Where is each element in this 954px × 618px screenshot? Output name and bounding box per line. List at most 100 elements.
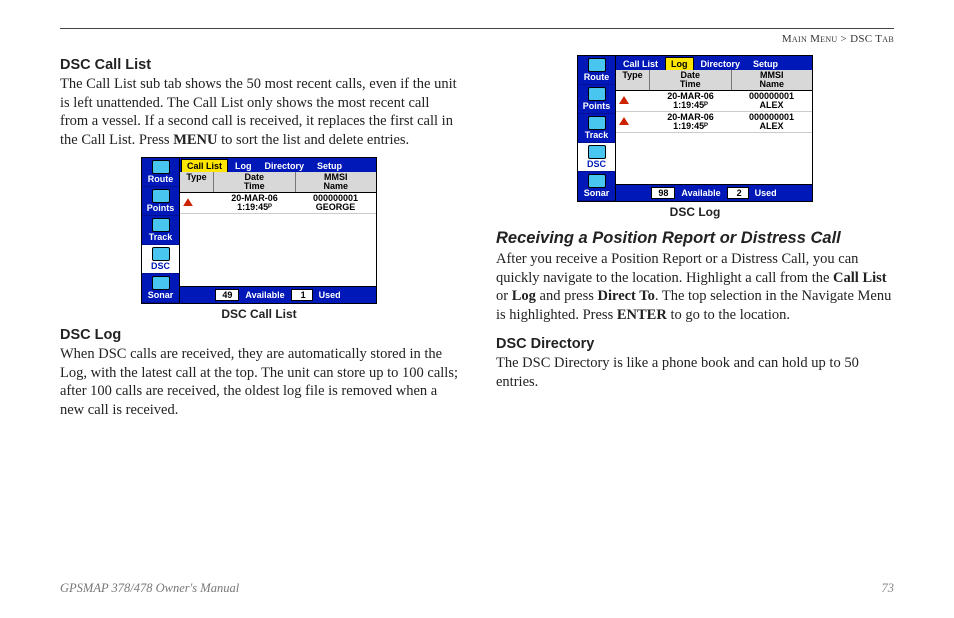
breadcrumb-sep: > <box>838 33 851 45</box>
tab-log: Log <box>229 159 258 172</box>
row-time: 1:19:45ᴾ <box>673 121 708 131</box>
device-sidebar: Route Points Track DSC Sonar <box>142 158 180 303</box>
status-available-label: Available <box>681 188 720 198</box>
status-available-value: 49 <box>215 289 239 301</box>
device-status: 98 Available 2 Used <box>616 185 812 201</box>
row-mmsi-name: 000000001ALEX <box>731 113 812 131</box>
sonar-icon <box>588 174 606 188</box>
row-time: 1:19:45ᴾ <box>673 100 708 110</box>
route-icon <box>588 58 606 72</box>
track-icon <box>588 116 606 130</box>
figure-caption: DSC Call List <box>60 307 458 321</box>
heading-dsc-log: DSC Log <box>60 327 458 343</box>
col-type: Type <box>616 70 650 90</box>
row-name: ALEX <box>759 121 783 131</box>
row-datetime: 20-MAR-061:19:45ᴾ <box>214 194 295 212</box>
sidebar-item-sonar: Sonar <box>578 172 615 201</box>
kw-log: Log <box>512 288 536 304</box>
col-type: Type <box>180 172 214 192</box>
breadcrumb-part1: Main Menu <box>782 33 838 45</box>
boat-icon <box>183 198 193 206</box>
dsc-icon <box>152 247 170 261</box>
device-screenshot-call-list: Route Points Track DSC Sonar Call List L… <box>141 157 377 304</box>
status-available-label: Available <box>245 290 284 300</box>
sidebar-label: Points <box>583 101 611 111</box>
sidebar-label: Track <box>585 130 609 140</box>
sidebar-label: Points <box>147 203 175 213</box>
sidebar-item-dsc: DSC <box>578 143 615 172</box>
heading-dsc-directory: DSC Directory <box>496 336 894 352</box>
status-available-value: 98 <box>651 187 675 199</box>
col-datetime: DateTime <box>214 172 296 192</box>
device-list: 20-MAR-061:19:45ᴾ 000000001ALEX 20-MAR-0… <box>616 91 812 185</box>
sidebar-item-points: Points <box>142 187 179 216</box>
row-mmsi-name: 000000001GEORGE <box>295 194 376 212</box>
row-time: 1:19:45ᴾ <box>237 202 272 212</box>
sidebar-label: DSC <box>587 159 606 169</box>
device-tabs: Call List Log Directory Setup <box>616 56 812 70</box>
points-icon <box>152 189 170 203</box>
para-receiving: After you receive a Position Report or a… <box>496 250 894 324</box>
tab-call-list: Call List <box>617 57 664 70</box>
sidebar-label: Track <box>149 232 173 242</box>
tab-log: Log <box>665 57 694 70</box>
para-dsc-directory: The DSC Directory is like a phone book a… <box>496 354 894 391</box>
sidebar-label: Sonar <box>148 290 174 300</box>
row-icon <box>616 96 632 106</box>
column-left: DSC Call List The Call List sub tab show… <box>60 55 458 423</box>
heading-dsc-call-list: DSC Call List <box>60 57 458 73</box>
row-datetime: 20-MAR-061:19:45ᴾ <box>650 92 731 110</box>
tab-directory: Directory <box>259 159 311 172</box>
dsc-icon <box>588 145 606 159</box>
col-datetime: DateTime <box>650 70 732 90</box>
kw-enter: ENTER <box>617 307 667 323</box>
t: to go to the location. <box>667 307 790 323</box>
track-icon <box>152 218 170 232</box>
list-row: 20-MAR-061:19:45ᴾ 000000001ALEX <box>616 112 812 133</box>
sidebar-item-route: Route <box>578 56 615 85</box>
row-icon <box>180 198 196 208</box>
sidebar-item-track: Track <box>578 114 615 143</box>
column-right: Route Points Track DSC Sonar Call List L… <box>496 55 894 423</box>
route-icon <box>152 160 170 174</box>
points-icon <box>588 87 606 101</box>
breadcrumb: Main Menu > DSC Tab <box>60 33 894 45</box>
footer-manual-title: GPSMAP 378/478 Owner's Manual <box>60 581 239 596</box>
sonar-icon <box>152 276 170 290</box>
col-mmsi: MMSIName <box>732 70 813 90</box>
figure-dsc-log: Route Points Track DSC Sonar Call List L… <box>496 55 894 219</box>
tab-setup: Setup <box>747 57 784 70</box>
device-main: Call List Log Directory Setup Type DateT… <box>616 56 812 201</box>
para-call-list: The Call List sub tab shows the 50 most … <box>60 75 458 149</box>
tab-call-list: Call List <box>181 159 228 172</box>
sidebar-label: Sonar <box>584 188 610 198</box>
row-name: ALEX <box>759 100 783 110</box>
device-screenshot-log: Route Points Track DSC Sonar Call List L… <box>577 55 813 202</box>
list-row: 20-MAR-061:19:45ᴾ 000000001ALEX <box>616 91 812 112</box>
heading-receiving: Receiving a Position Report or Distress … <box>496 229 894 248</box>
row-name: GEORGE <box>316 202 356 212</box>
device-col-headers: Type DateTime MMSIName <box>616 70 812 91</box>
footer-page-number: 73 <box>882 581 895 596</box>
para-call-list-c: to sort the list and delete entries. <box>218 132 410 148</box>
kw-menu: MENU <box>173 132 217 148</box>
boat-icon <box>619 96 629 104</box>
sidebar-item-sonar: Sonar <box>142 274 179 303</box>
figure-caption: DSC Log <box>496 205 894 219</box>
sidebar-item-route: Route <box>142 158 179 187</box>
status-used-value: 2 <box>727 187 749 199</box>
breadcrumb-part2: DSC Tab <box>850 33 894 45</box>
status-used-value: 1 <box>291 289 313 301</box>
device-tabs: Call List Log Directory Setup <box>180 158 376 172</box>
sidebar-label: DSC <box>151 261 170 271</box>
t: After you receive a Position Report or a… <box>496 251 858 286</box>
status-used-label: Used <box>755 188 777 198</box>
tab-setup: Setup <box>311 159 348 172</box>
row-datetime: 20-MAR-061:19:45ᴾ <box>650 113 731 131</box>
figure-call-list: Route Points Track DSC Sonar Call List L… <box>60 157 458 321</box>
status-used-label: Used <box>319 290 341 300</box>
boat-icon <box>619 117 629 125</box>
device-status: 49 Available 1 Used <box>180 287 376 303</box>
list-row: 20-MAR-061:19:45ᴾ 000000001GEORGE <box>180 193 376 214</box>
row-icon <box>616 117 632 127</box>
